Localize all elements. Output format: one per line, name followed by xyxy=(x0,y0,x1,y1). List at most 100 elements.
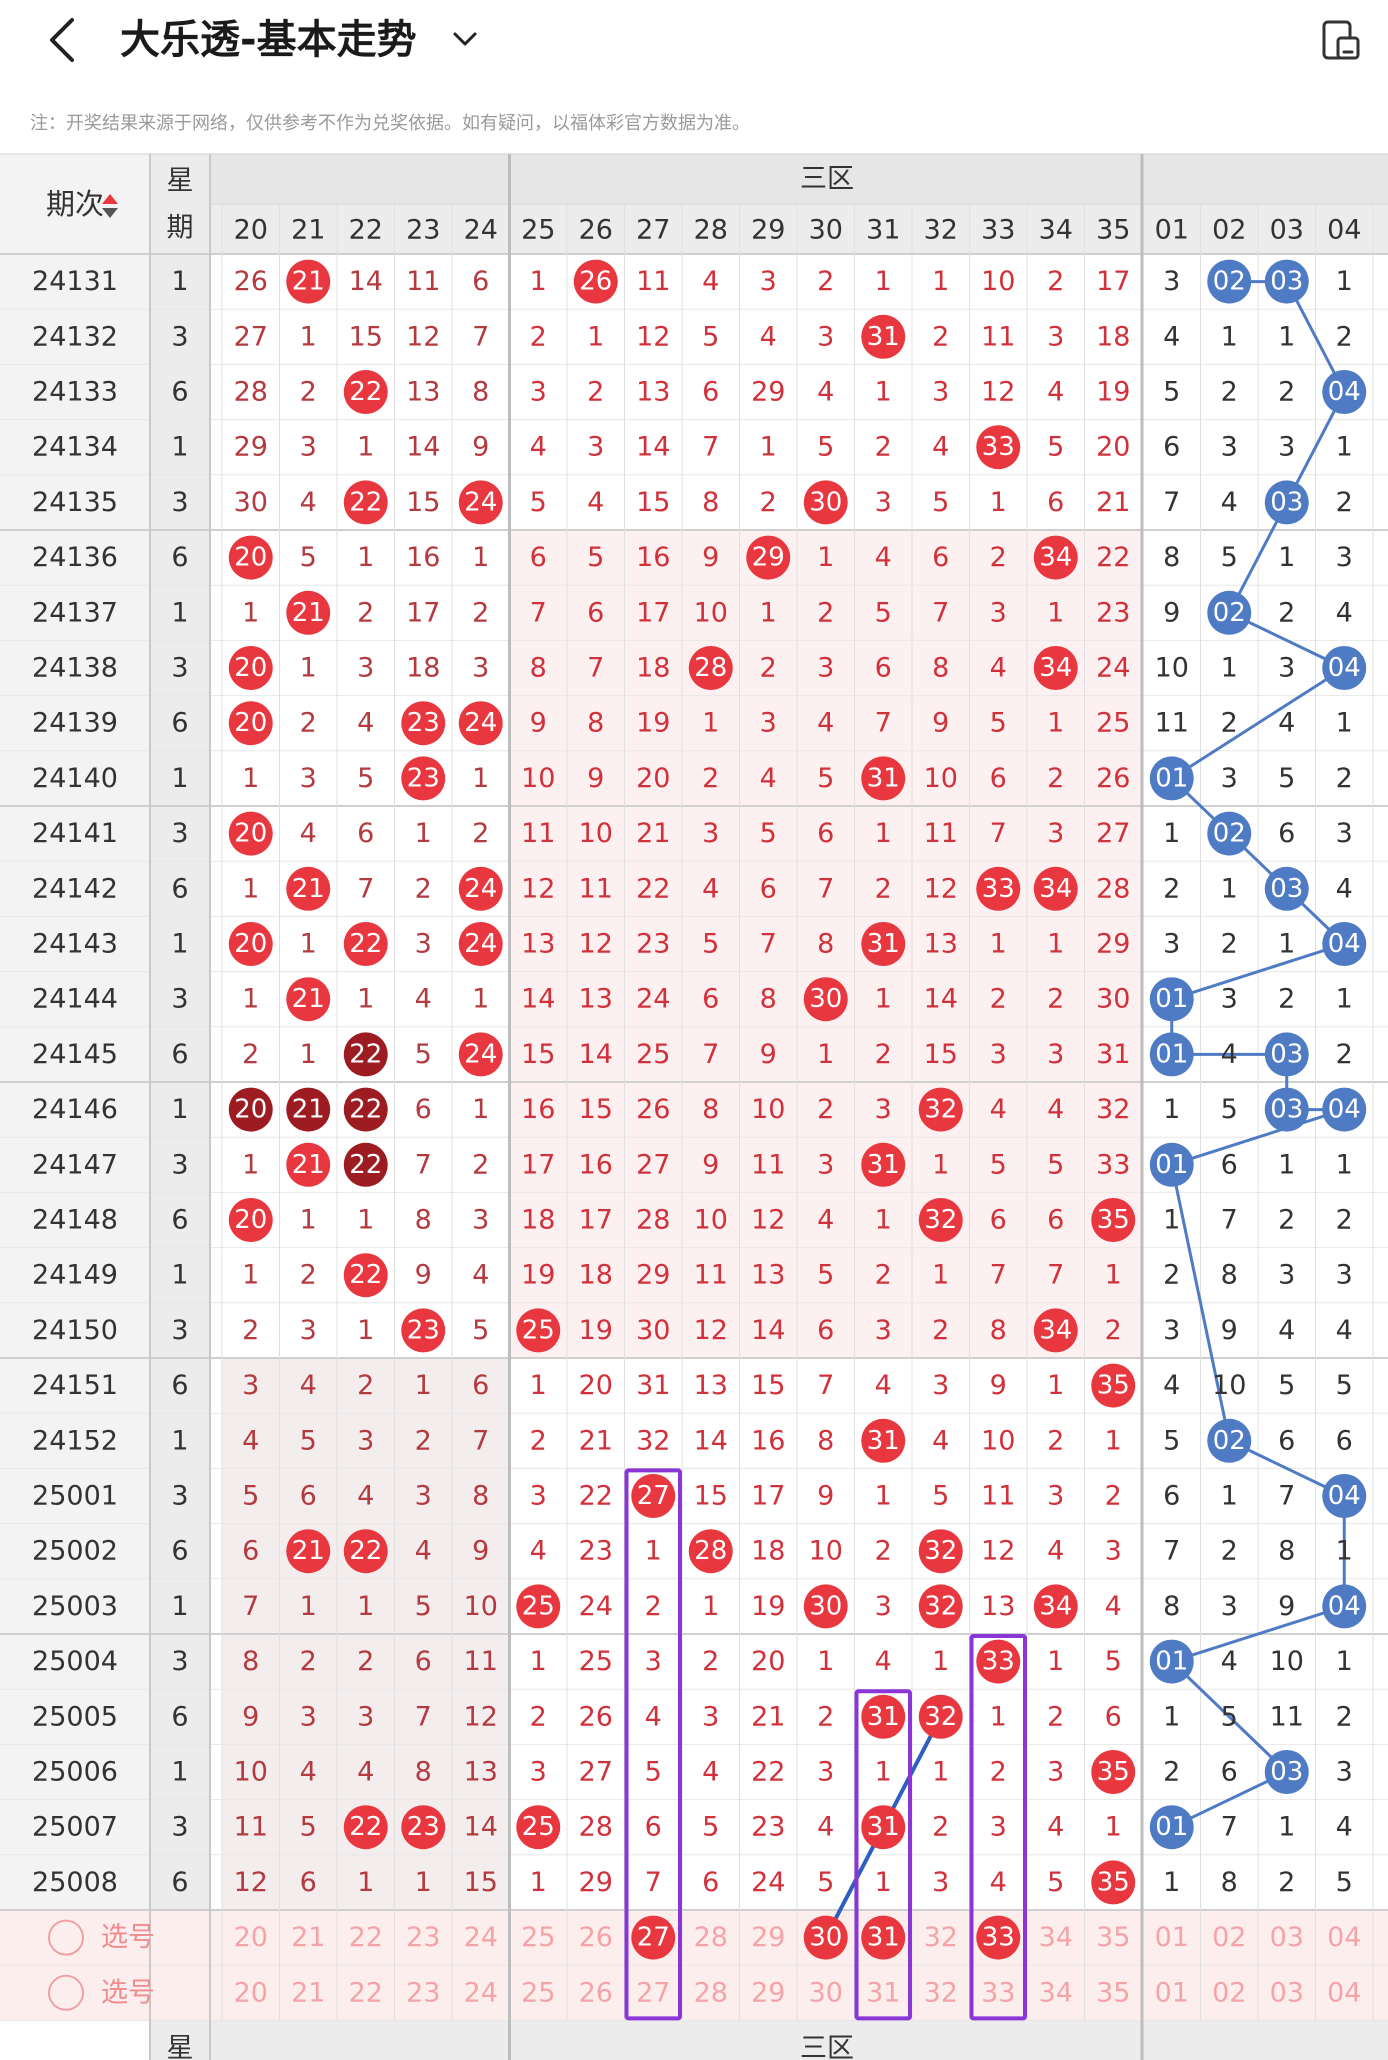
miss-count: 7 xyxy=(645,1867,662,1898)
miss-count: 2 xyxy=(1163,1757,1180,1788)
period-cell[interactable]: 25004 xyxy=(32,1646,118,1677)
select-number[interactable]: 33 xyxy=(981,1977,1015,2008)
select-number[interactable]: 31 xyxy=(866,1977,900,2008)
red-ball-number: 30 xyxy=(809,1591,842,1621)
select-number[interactable]: 22 xyxy=(349,1977,383,2008)
select-number[interactable]: 23 xyxy=(406,1977,440,2008)
period-cell[interactable]: 24145 xyxy=(32,1039,118,1070)
period-cell[interactable]: 25002 xyxy=(32,1536,118,1567)
select-number[interactable]: 03 xyxy=(1270,1977,1304,2008)
red-ball-number: 31 xyxy=(867,763,900,793)
period-cell[interactable]: 24140 xyxy=(32,763,118,794)
select-number[interactable]: 31 xyxy=(867,1923,900,1953)
select-label[interactable]: 选号 xyxy=(101,1977,155,2008)
select-number[interactable]: 30 xyxy=(809,1977,843,2008)
miss-count: 4 xyxy=(300,1757,317,1788)
miss-count: 3 xyxy=(990,1039,1007,1070)
select-number[interactable]: 22 xyxy=(349,1922,383,1953)
select-number[interactable]: 24 xyxy=(464,1977,498,2008)
miss-count: 3 xyxy=(1336,818,1353,849)
period-cell[interactable]: 25005 xyxy=(32,1701,118,1732)
select-number[interactable]: 04 xyxy=(1327,1922,1361,1953)
select-number[interactable]: 25 xyxy=(521,1922,555,1953)
miss-count: 3 xyxy=(415,1481,432,1512)
period-cell[interactable]: 24133 xyxy=(32,377,118,408)
week-cell: 1 xyxy=(171,266,188,297)
period-cell[interactable]: 24144 xyxy=(32,984,118,1015)
period-cell[interactable]: 24152 xyxy=(32,1425,118,1456)
period-cell[interactable]: 25006 xyxy=(32,1757,118,1788)
week-header-top: 星 xyxy=(167,166,194,197)
select-number[interactable]: 24 xyxy=(464,1922,498,1953)
period-cell[interactable]: 24135 xyxy=(32,487,118,518)
select-number[interactable]: 29 xyxy=(751,1977,785,2008)
select-number[interactable]: 34 xyxy=(1039,1977,1073,2008)
select-number[interactable]: 32 xyxy=(924,1977,958,2008)
select-number[interactable]: 30 xyxy=(809,1923,842,1953)
miss-count: 7 xyxy=(932,597,949,628)
miss-count: 2 xyxy=(1278,984,1295,1015)
week-cell: 6 xyxy=(171,1039,188,1070)
select-number[interactable]: 26 xyxy=(579,1977,613,2008)
period-cell[interactable]: 24151 xyxy=(32,1370,118,1401)
red-ball-number: 32 xyxy=(924,1536,957,1566)
period-cell[interactable]: 24134 xyxy=(32,432,118,463)
period-cell[interactable]: 25001 xyxy=(32,1481,118,1512)
period-cell[interactable]: 24150 xyxy=(32,1315,118,1346)
select-number[interactable]: 21 xyxy=(291,1922,325,1953)
select-number[interactable]: 25 xyxy=(521,1977,555,2008)
period-cell[interactable]: 24138 xyxy=(32,653,118,684)
select-number[interactable]: 20 xyxy=(234,1922,268,1953)
miss-count: 2 xyxy=(1047,984,1064,1015)
miss-count: 26 xyxy=(234,266,268,297)
period-cell[interactable]: 24146 xyxy=(32,1094,118,1125)
select-number[interactable]: 02 xyxy=(1212,1977,1246,2008)
select-number[interactable]: 23 xyxy=(406,1922,440,1953)
select-number[interactable]: 32 xyxy=(924,1922,958,1953)
select-label[interactable]: 选号 xyxy=(101,1922,155,1953)
select-number[interactable]: 01 xyxy=(1155,1922,1189,1953)
miss-count: 2 xyxy=(932,1315,949,1346)
period-cell[interactable]: 25003 xyxy=(32,1591,118,1622)
select-number[interactable]: 26 xyxy=(579,1922,613,1953)
period-cell[interactable]: 24143 xyxy=(32,929,118,960)
miss-count: 10 xyxy=(1155,653,1189,684)
select-number[interactable]: 33 xyxy=(982,1923,1015,1953)
miss-count: 3 xyxy=(817,1757,834,1788)
period-cell[interactable]: 24132 xyxy=(32,321,118,352)
miss-count: 4 xyxy=(242,1425,259,1456)
period-cell[interactable]: 25008 xyxy=(32,1867,118,1898)
period-cell[interactable]: 24147 xyxy=(32,1149,118,1180)
miss-count: 5 xyxy=(300,1425,317,1456)
period-cell[interactable]: 25007 xyxy=(32,1812,118,1843)
select-number[interactable]: 28 xyxy=(694,1922,728,1953)
miss-count: 4 xyxy=(357,1481,374,1512)
select-number[interactable]: 29 xyxy=(751,1922,785,1953)
period-cell[interactable]: 24139 xyxy=(32,708,118,739)
period-cell[interactable]: 24141 xyxy=(32,818,118,849)
select-number[interactable]: 04 xyxy=(1327,1977,1361,2008)
select-number[interactable]: 34 xyxy=(1039,1922,1073,1953)
miss-count: 4 xyxy=(300,487,317,518)
select-number[interactable]: 27 xyxy=(636,1977,670,2008)
period-cell[interactable]: 24137 xyxy=(32,597,118,628)
select-number[interactable]: 35 xyxy=(1096,1977,1130,2008)
period-cell[interactable]: 24142 xyxy=(32,873,118,904)
select-number[interactable]: 03 xyxy=(1270,1922,1304,1953)
period-cell[interactable]: 24149 xyxy=(32,1260,118,1291)
red-ball-number: 24 xyxy=(464,487,497,517)
period-cell[interactable]: 24131 xyxy=(32,266,118,297)
select-number[interactable]: 20 xyxy=(234,1977,268,2008)
back-col-header: 04 xyxy=(1327,215,1361,246)
select-number[interactable]: 35 xyxy=(1096,1922,1130,1953)
select-number[interactable]: 27 xyxy=(637,1923,670,1953)
miss-count: 3 xyxy=(1221,984,1238,1015)
period-header[interactable]: 期次 xyxy=(46,187,104,221)
period-cell[interactable]: 24136 xyxy=(32,542,118,573)
select-number[interactable]: 28 xyxy=(694,1977,728,2008)
select-number[interactable]: 02 xyxy=(1212,1922,1246,1953)
period-cell[interactable]: 24148 xyxy=(32,1205,118,1236)
select-number[interactable]: 21 xyxy=(291,1977,325,2008)
select-number[interactable]: 01 xyxy=(1155,1977,1189,2008)
miss-count: 3 xyxy=(1278,1260,1295,1291)
